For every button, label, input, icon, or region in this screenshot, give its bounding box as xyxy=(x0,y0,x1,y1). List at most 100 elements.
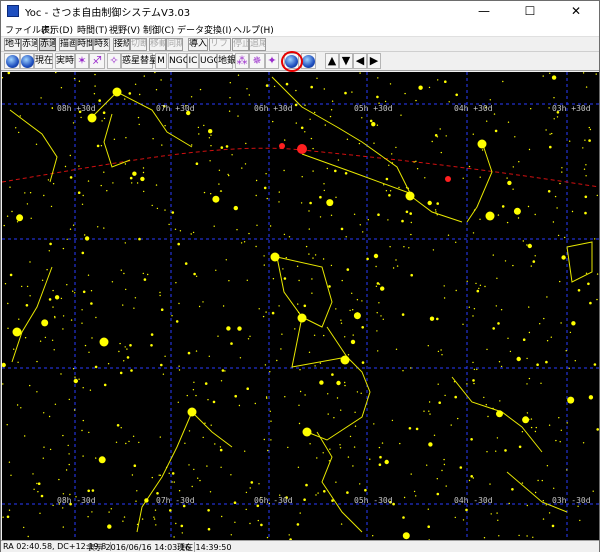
star xyxy=(567,396,575,404)
star xyxy=(582,72,585,74)
menu-time[interactable]: 時間(T) xyxy=(77,23,108,36)
grid-label-top-5: 03h +30d xyxy=(552,104,591,113)
star xyxy=(577,505,579,507)
time-button[interactable]: 時間 xyxy=(76,38,93,51)
goto-button[interactable]: 導入 xyxy=(188,38,208,51)
title-bar: Yoc - さつま自由制御システムV3.03 — ☐ ✕ xyxy=(1,1,599,21)
star xyxy=(548,512,551,514)
draw-button[interactable]: 描画 xyxy=(59,38,76,51)
track-button[interactable]: 追尾 xyxy=(249,38,266,51)
star xyxy=(249,335,251,337)
grid-label-top-0: 08h +30d xyxy=(57,104,96,113)
star xyxy=(346,268,350,271)
name-display-button[interactable]: ✦ xyxy=(265,53,279,69)
star xyxy=(540,382,542,384)
star xyxy=(24,192,26,194)
star xyxy=(549,145,552,149)
constellation-line-button[interactable]: ✶ xyxy=(75,53,89,69)
star xyxy=(476,368,478,371)
lift-button[interactable]: リフト xyxy=(209,38,231,51)
star xyxy=(171,481,173,483)
star xyxy=(556,116,559,118)
star xyxy=(37,491,39,493)
constellation-figure-button[interactable]: ♐ xyxy=(89,53,105,69)
menu-data-convert[interactable]: データ変換(I) xyxy=(177,23,232,36)
star xyxy=(155,184,158,186)
star xyxy=(413,161,415,163)
move-up-button[interactable]: ▲ xyxy=(325,53,339,69)
menu-control[interactable]: 制御(C) xyxy=(143,23,174,36)
planet-distant[interactable] xyxy=(445,176,451,182)
milky-way-button[interactable]: ⁂ xyxy=(235,53,249,69)
star xyxy=(199,479,201,482)
star xyxy=(353,312,361,320)
star xyxy=(532,536,534,538)
star xyxy=(217,335,219,337)
star xyxy=(296,265,299,267)
star xyxy=(173,536,175,538)
star xyxy=(404,92,406,95)
star xyxy=(193,272,196,276)
disconnect-button[interactable]: 切断 xyxy=(130,38,147,51)
star xyxy=(285,82,289,86)
connect-button[interactable]: 接続 xyxy=(113,38,130,51)
constellation-name-button[interactable]: ✧ xyxy=(107,53,121,69)
star xyxy=(454,516,456,519)
star xyxy=(441,469,443,472)
ugc-button[interactable]: UGC xyxy=(199,53,220,69)
bright-star xyxy=(87,113,97,123)
move-right-button[interactable]: ▶ xyxy=(367,53,381,69)
grid-label-top-1: 07h +30d xyxy=(156,104,195,113)
ic-button[interactable]: IC xyxy=(187,53,199,69)
realtime-button[interactable]: 実時 xyxy=(55,53,75,69)
star xyxy=(66,284,68,286)
sync-button[interactable]: 同期 xyxy=(166,38,183,51)
star-map-canvas[interactable] xyxy=(2,72,599,540)
menu-view[interactable]: 視野(V) xyxy=(109,23,140,36)
now-button[interactable]: 現在 xyxy=(34,53,53,69)
globe-earth-button[interactable] xyxy=(4,53,20,69)
star xyxy=(73,378,79,384)
star xyxy=(507,180,512,186)
star xyxy=(295,122,297,124)
move-left-button[interactable]: ◀ xyxy=(353,53,367,69)
star-map[interactable]: 08h +30d 07h +30d 06h +30d 05h +30d 04h … xyxy=(2,72,599,540)
planet-comet-button[interactable]: 惑星替星 xyxy=(121,53,158,69)
close-button[interactable]: ✕ xyxy=(553,1,599,21)
ngc-button[interactable]: NGC xyxy=(168,53,189,69)
globe-sky-button[interactable] xyxy=(20,53,34,69)
star xyxy=(236,229,238,231)
move-button[interactable]: 移動 xyxy=(149,38,166,51)
move-down-button[interactable]: ▼ xyxy=(339,53,353,69)
star xyxy=(326,167,328,170)
telescope-globe-button[interactable] xyxy=(301,53,316,69)
star xyxy=(82,455,84,457)
bright-star xyxy=(112,87,122,97)
galaxy-silver-button[interactable]: 地銀 xyxy=(217,53,236,69)
star xyxy=(204,382,208,385)
messier-button[interactable]: M xyxy=(155,53,167,69)
horizon-button[interactable]: 地平 xyxy=(4,38,21,51)
menu-help[interactable]: ヘルプ(H) xyxy=(233,23,274,36)
grid-label-bottom-2: 06h -30d xyxy=(254,496,293,505)
minimize-button[interactable]: — xyxy=(461,1,507,21)
star xyxy=(184,442,186,444)
planet-mars[interactable] xyxy=(297,144,307,154)
equatorial-button[interactable]: 赤道 xyxy=(21,38,38,51)
star xyxy=(314,365,316,367)
stop-button[interactable]: 停止 xyxy=(232,38,249,51)
maximize-button[interactable]: ☐ xyxy=(507,1,553,21)
menu-display[interactable]: 表示(D) xyxy=(41,23,73,36)
star xyxy=(337,159,340,161)
star xyxy=(440,349,442,351)
equatorial-active-button[interactable]: 赤道 xyxy=(39,38,56,51)
star xyxy=(333,417,335,419)
star-label-button[interactable]: ✵ xyxy=(249,53,265,69)
star xyxy=(330,214,333,216)
planet-minor[interactable] xyxy=(279,143,285,149)
status-current-time: 現在 14:39:50 xyxy=(177,543,232,552)
clock-button[interactable]: 時刻 xyxy=(93,38,110,51)
star xyxy=(66,238,68,240)
star xyxy=(9,273,13,277)
star xyxy=(518,445,522,449)
